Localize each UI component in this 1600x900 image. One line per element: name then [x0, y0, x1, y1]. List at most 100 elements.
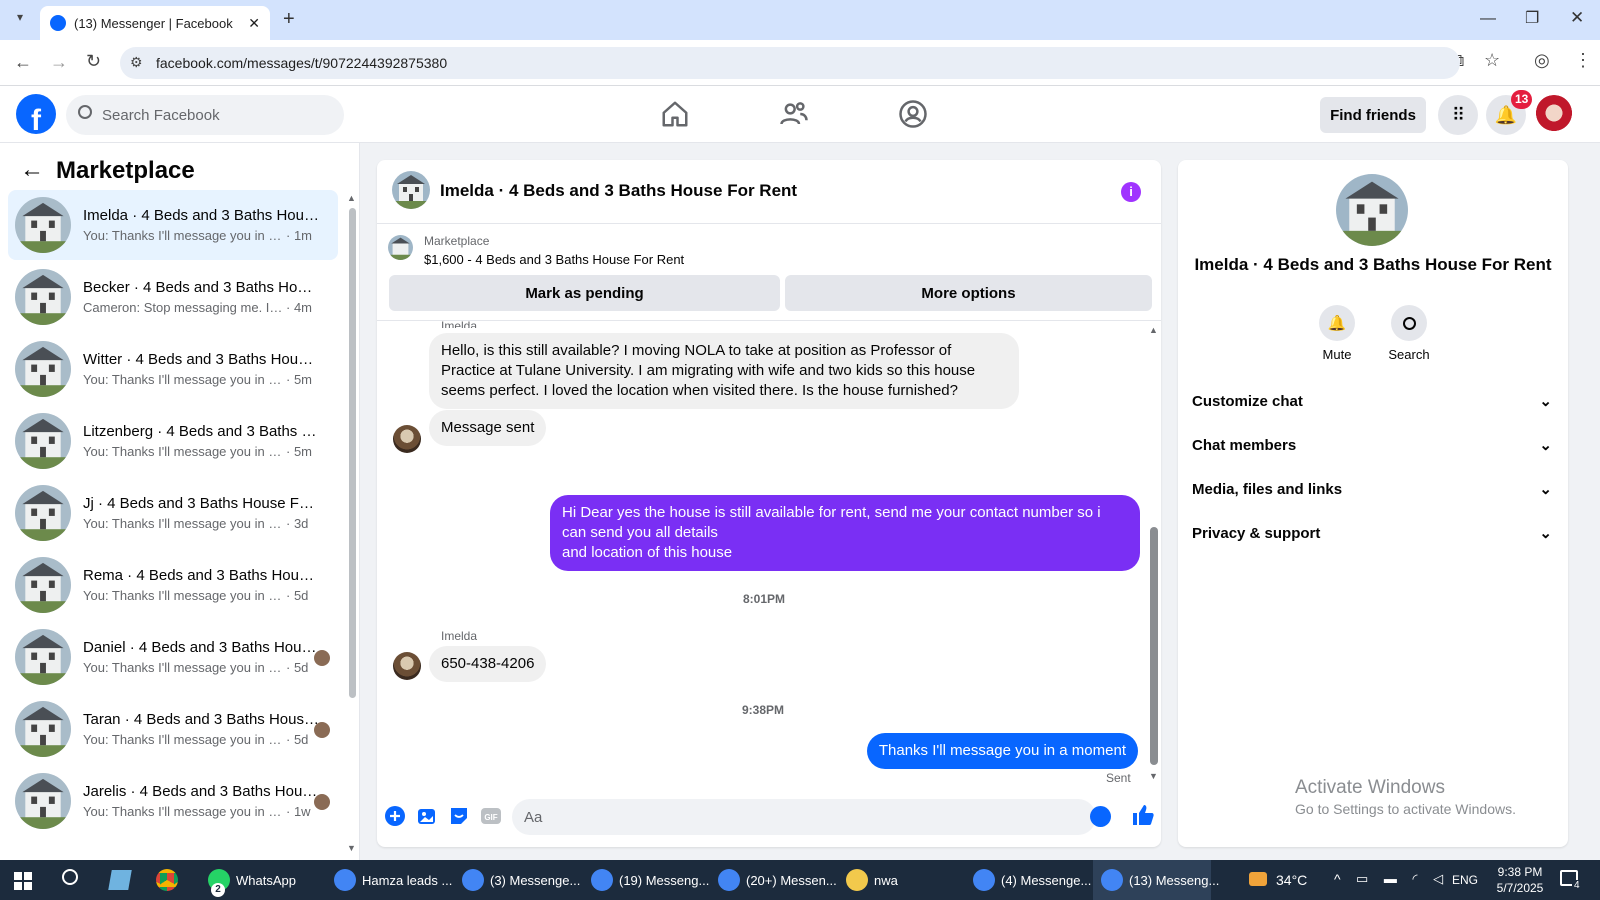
conversation-item[interactable]: Witter · 4 Beds and 3 Baths House For Re… [8, 334, 338, 404]
scroll-up-icon[interactable]: ▲ [347, 193, 356, 203]
taskbar-app[interactable]: (19) Messeng... [583, 860, 709, 900]
outgoing-message[interactable]: Thanks I'll message you in a moment [866, 733, 1138, 769]
activate-subtitle: Go to Settings to activate Windows. [1295, 801, 1516, 817]
scroll-down-icon[interactable]: ▼ [347, 843, 356, 853]
details-avatar[interactable] [1336, 174, 1408, 246]
taskbar-app[interactable]: (13) Messeng... [1093, 860, 1219, 900]
taskbar-app[interactable]: (4) Messenge... [965, 860, 1091, 900]
outgoing-message[interactable]: Hi Dear yes the house is still available… [550, 495, 1140, 571]
browser-tab[interactable]: (13) Messenger | Facebook ✕ [40, 6, 270, 40]
conversation-name: Jj · 4 Beds and 3 Baths House For Rent [83, 495, 319, 512]
sidebar-scrollbar[interactable] [349, 208, 356, 698]
site-info-icon[interactable]: ⚙ [130, 54, 143, 71]
new-tab-button[interactable]: + [283, 8, 295, 31]
close-window-icon[interactable]: ✕ [1570, 8, 1584, 28]
file-app-icon[interactable] [108, 870, 132, 890]
like-thumb-icon[interactable] [1131, 803, 1155, 827]
search-action[interactable]: Search [1374, 305, 1444, 362]
sender-name-cut: Imelda [441, 319, 478, 328]
gif-icon[interactable]: GIF [480, 805, 502, 827]
minimize-icon[interactable]: — [1480, 10, 1496, 28]
search-facebook-input[interactable]: Search Facebook [66, 95, 344, 135]
message-input[interactable]: Aa [512, 799, 1096, 835]
privacy-support-section[interactable]: Privacy & support ⌄ [1192, 524, 1552, 543]
incoming-message[interactable]: Message sent [429, 410, 547, 446]
conversation-time: · 1w [286, 804, 311, 819]
customize-chat-section[interactable]: Customize chat ⌄ [1192, 392, 1552, 411]
taskbar-search-icon[interactable] [62, 869, 78, 885]
conversation-snippet: Cameron: Stop messaging me. I'm not inte… [83, 300, 283, 315]
conversation-item[interactable]: Imelda · 4 Beds and 3 Baths House For Re… [8, 190, 338, 260]
account-avatar[interactable] [1534, 95, 1574, 135]
sender-avatar[interactable] [393, 425, 421, 453]
listing-avatar[interactable] [392, 171, 430, 209]
bookmark-star-icon[interactable]: ☆ [1484, 50, 1500, 71]
sender-avatar[interactable] [393, 652, 421, 680]
app-icon [591, 869, 613, 891]
mark-as-pending-button[interactable]: Mark as pending [389, 275, 780, 311]
url-field[interactable]: ⚙ facebook.com/messages/t/90722443928753… [120, 47, 1460, 79]
listing-description[interactable]: $1,600 - 4 Beds and 3 Baths House For Re… [424, 252, 684, 267]
incoming-message[interactable]: 650-438-4206 [429, 646, 547, 682]
conversation-item[interactable]: Daniel · 4 Beds and 3 Baths House For Re… [8, 622, 338, 692]
emoji-icon[interactable] [1090, 806, 1111, 827]
reload-icon[interactable]: ↻ [86, 51, 101, 72]
back-arrow-icon[interactable]: ← [20, 156, 44, 184]
clock-date: 5/7/2025 [1496, 881, 1544, 895]
more-options-button[interactable]: More options [785, 275, 1152, 311]
more-actions-plus-icon[interactable] [384, 805, 406, 827]
facebook-logo-icon[interactable]: f [16, 94, 56, 134]
chat-title[interactable]: Imelda · 4 Beds and 3 Baths House For Re… [440, 181, 797, 201]
url-text: facebook.com/messages/t/9072244392875380 [156, 55, 448, 71]
media-files-links-section[interactable]: Media, files and links ⌄ [1192, 480, 1552, 499]
taskbar-app[interactable]: nwa [838, 860, 956, 900]
friends-icon[interactable] [779, 99, 809, 129]
conversation-item[interactable]: Taran · 4 Beds and 3 Baths House For Ren… [8, 694, 338, 764]
menu-grid-button[interactable]: ⠿ [1438, 95, 1478, 135]
start-windows-icon[interactable] [14, 872, 32, 890]
chat-members-section[interactable]: Chat members ⌄ [1192, 436, 1552, 455]
forward-icon[interactable]: → [50, 52, 68, 73]
conversation-item[interactable]: Litzenberg · 4 Beds and 3 Baths House Fo… [8, 406, 338, 476]
restore-icon[interactable]: ❐ [1525, 8, 1539, 28]
chevron-up-icon[interactable]: ^ [1334, 871, 1341, 887]
clock[interactable]: 9:38 PM 5/7/2025 [1490, 864, 1550, 896]
home-icon[interactable] [660, 99, 690, 129]
back-icon[interactable]: ← [14, 52, 32, 73]
tray-icons[interactable]: ▭ ▬ ◜ ◁ [1356, 871, 1449, 887]
conversation-item[interactable]: Jj · 4 Beds and 3 Baths House For Rent Yo… [8, 478, 338, 548]
conversation-name: Witter · 4 Beds and 3 Baths House For Re… [83, 351, 319, 368]
conversation-item[interactable]: Jarelis · 4 Beds and 3 Baths House For R… [8, 766, 338, 836]
close-tab-icon[interactable]: ✕ [248, 15, 260, 32]
chat-scrollbar[interactable] [1150, 527, 1158, 765]
grid-icon: ⠿ [1451, 104, 1465, 125]
taskbar-app-label: (19) Messeng... [619, 872, 710, 888]
incoming-message[interactable]: Hello, is this still available? I moving… [429, 333, 1019, 409]
conversation-info-icon[interactable]: i [1121, 182, 1141, 202]
temperature[interactable]: 34°C [1276, 872, 1307, 888]
browser-menu-icon[interactable]: ⋮ [1574, 50, 1592, 71]
read-receipt-avatar [314, 722, 330, 738]
listing-thumbnail[interactable] [388, 235, 413, 260]
search-placeholder: Search Facebook [102, 106, 220, 124]
conversation-item[interactable]: Rema · 4 Beds and 3 Baths House For Rent… [8, 550, 338, 620]
conversation-item[interactable]: Becker · 4 Beds and 3 Baths House For Re… [8, 262, 338, 332]
mute-action[interactable]: 🔔 Mute [1302, 305, 1372, 362]
gaming-icon[interactable] [898, 99, 928, 129]
chrome-icon[interactable] [156, 869, 178, 891]
sticker-icon[interactable] [448, 805, 470, 827]
taskbar-app[interactable]: (3) Messenge... [454, 860, 580, 900]
attach-photo-icon[interactable] [416, 805, 438, 827]
taskbar-app[interactable]: Hamza leads ... [326, 860, 452, 900]
find-friends-button[interactable]: Find friends [1320, 97, 1426, 133]
conversation-time: · 4m [286, 300, 312, 315]
chevron-down-icon: ⌄ [1539, 437, 1552, 454]
tab-list-button[interactable]: ▾ [10, 10, 30, 30]
conversation-time: · 5d [286, 588, 309, 603]
language-indicator[interactable]: ENG [1452, 873, 1478, 887]
chat-scroll-up-icon[interactable]: ▲ [1149, 325, 1158, 335]
notification-center-count: 4 [1572, 880, 1582, 891]
chat-scroll-down-icon[interactable]: ▼ [1149, 771, 1158, 781]
taskbar-app[interactable]: (20+) Messen... [710, 860, 837, 900]
profile-icon[interactable]: ◎ [1534, 50, 1550, 71]
